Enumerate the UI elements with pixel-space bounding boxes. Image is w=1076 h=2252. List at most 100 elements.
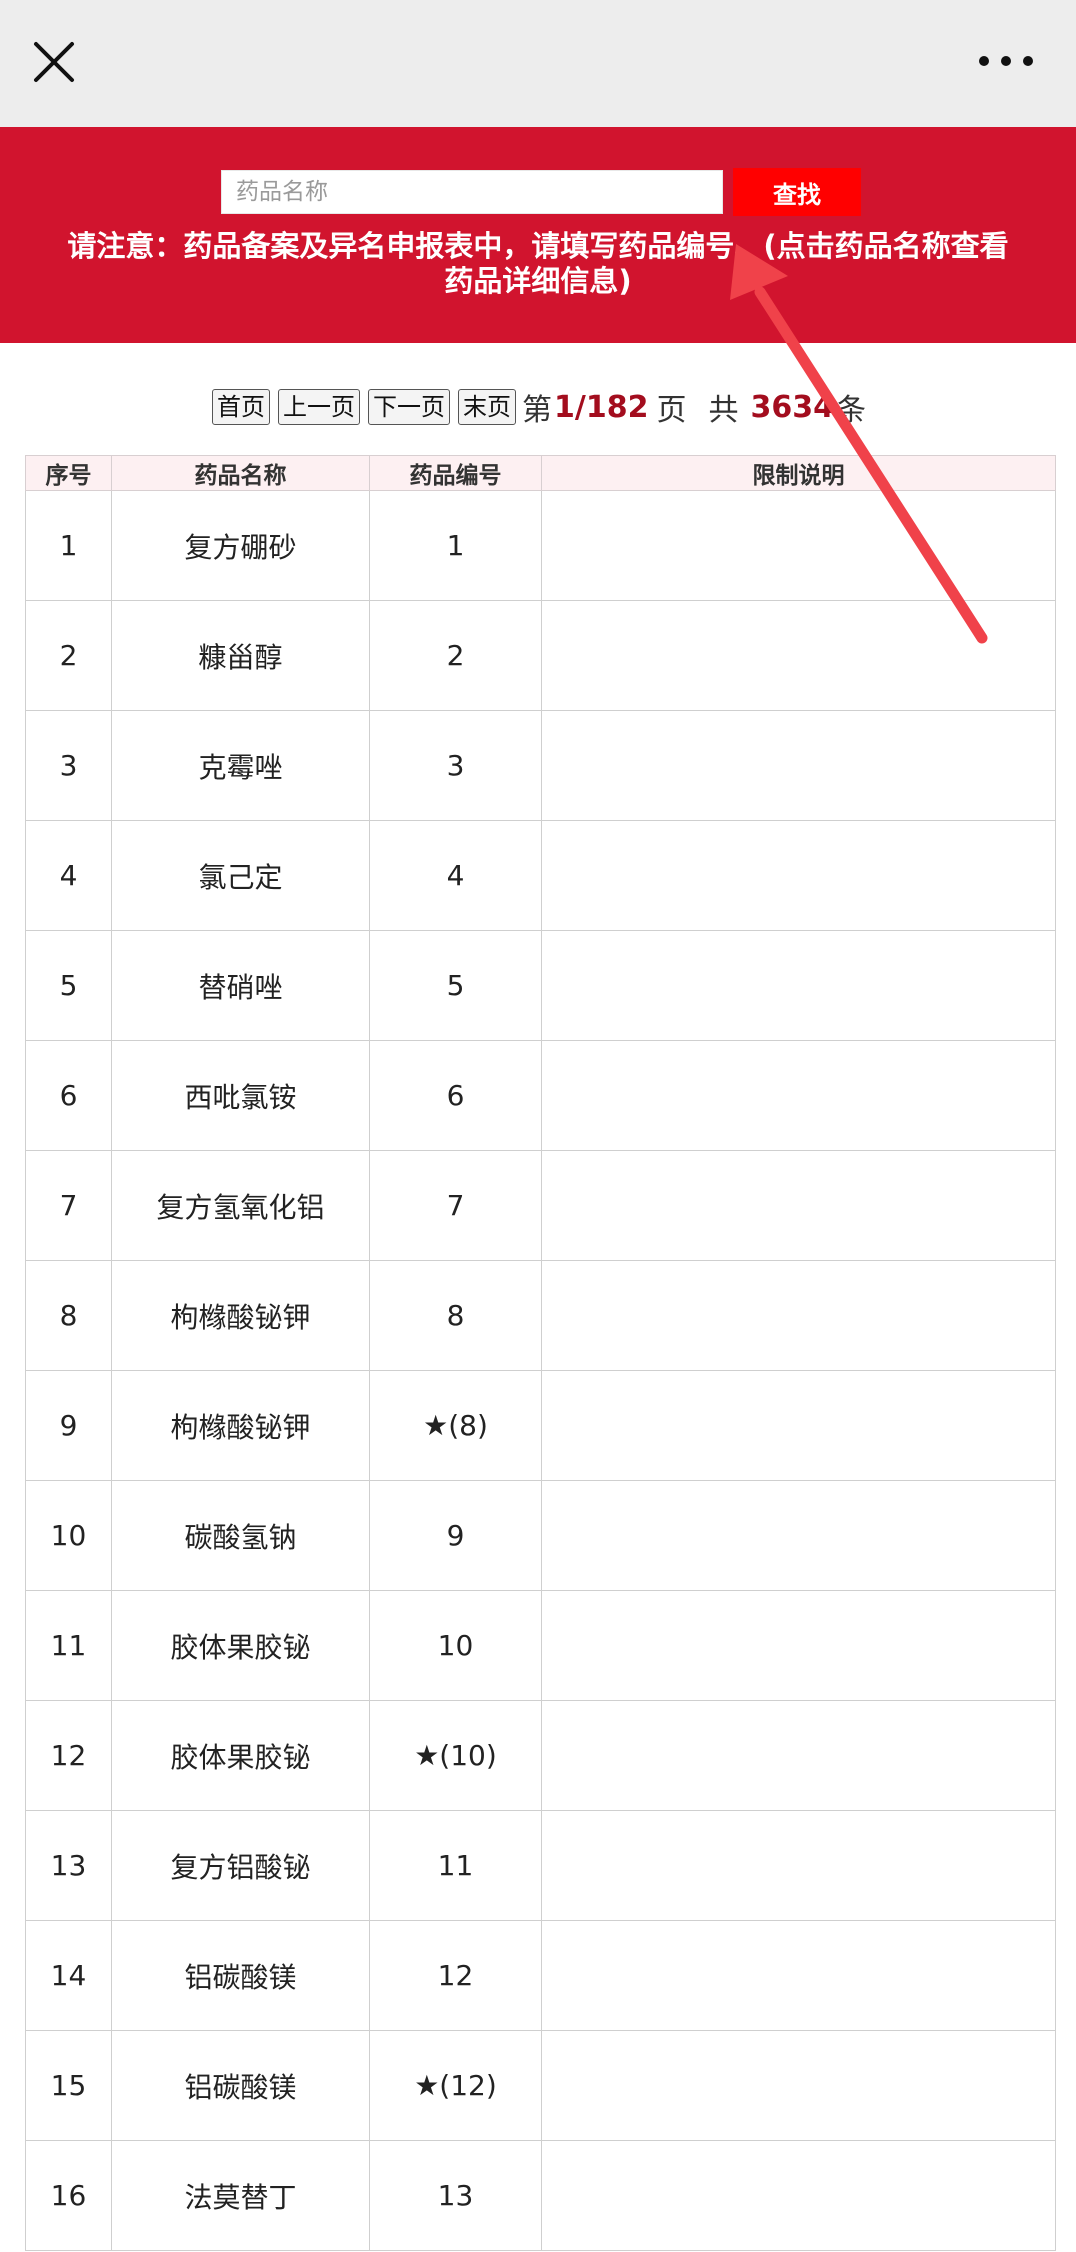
row-drug-code-cell: 12 [369, 1920, 542, 2031]
table-row: 7 复方氢氧化铝 7 [25, 1150, 1056, 1261]
close-icon[interactable] [30, 38, 78, 86]
table-body: 1 复方硼砂 1 2 糠甾醇 2 3 克霉唑 3 4 氯己定 4 5 替硝唑 5 6 西吡氯铵 6 7 复方氢氧化铝 7… [25, 490, 1056, 2251]
row-seq-cell: 2 [25, 600, 112, 711]
table-row: 10 碳酸氢钠 9 [25, 1480, 1056, 1591]
row-restriction-cell [541, 1920, 1056, 2031]
row-drug-name-link[interactable]: 替硝唑 [111, 930, 370, 1041]
row-restriction-cell [541, 490, 1056, 601]
row-restriction-cell [541, 2030, 1056, 2141]
row-seq-cell: 4 [25, 820, 112, 931]
row-seq-cell: 9 [25, 1370, 112, 1481]
row-drug-name-link[interactable]: 胶体果胶铋 [111, 1590, 370, 1701]
row-drug-name-link[interactable]: 铝碳酸镁 [111, 2030, 370, 2141]
row-drug-name-link[interactable]: 复方铝酸铋 [111, 1810, 370, 1921]
more-dots-icon[interactable] [976, 46, 1036, 76]
page-suffix: 页 [656, 393, 687, 428]
row-drug-name-link[interactable]: 枸橼酸铋钾 [111, 1260, 370, 1371]
top-navbar [0, 0, 1076, 127]
search-button[interactable]: 查找 [733, 168, 861, 216]
row-drug-name-link[interactable]: 铝碳酸镁 [111, 1920, 370, 2031]
row-drug-name-link[interactable]: 糠甾醇 [111, 600, 370, 711]
row-seq-cell: 11 [25, 1590, 112, 1701]
row-drug-code-cell: 9 [369, 1480, 542, 1591]
row-drug-code-cell: 13 [369, 2140, 542, 2251]
table-row: 6 西吡氯铵 6 [25, 1040, 1056, 1151]
table-row: 16 法莫替丁 13 [25, 2140, 1056, 2251]
row-drug-name-link[interactable]: 法莫替丁 [111, 2140, 370, 2251]
row-drug-code-cell: 10 [369, 1590, 542, 1701]
last-page-button[interactable]: 末页 [458, 389, 517, 425]
row-drug-code-cell: ★(12) [369, 2030, 542, 2141]
row-restriction-cell [541, 1040, 1056, 1151]
column-header-code: 药品编号 [369, 455, 542, 491]
row-drug-name-link[interactable]: 复方氢氧化铝 [111, 1150, 370, 1261]
pagination: 首页 上一页 下一页 末页 第 1/182 页 共 3634 条 [0, 385, 1076, 429]
row-drug-name-link[interactable]: 西吡氯铵 [111, 1040, 370, 1151]
table-row: 5 替硝唑 5 [25, 930, 1056, 1041]
row-drug-name-link[interactable]: 克霉唑 [111, 710, 370, 821]
total-prefix: 共 [708, 393, 739, 428]
row-drug-code-cell: 4 [369, 820, 542, 931]
row-drug-code-cell: 6 [369, 1040, 542, 1151]
page-prefix: 第 [522, 393, 553, 428]
row-drug-name-link[interactable]: 氯己定 [111, 820, 370, 931]
drug-table-container: 序号 药品名称 药品编号 限制说明 1 复方硼砂 1 2 糠甾醇 2 3 克霉唑 3 4 氯己定 4 5… [25, 455, 1056, 2251]
page-indicator: 1/182 [554, 389, 649, 425]
row-seq-cell: 15 [25, 2030, 112, 2141]
column-header-name: 药品名称 [111, 455, 370, 491]
row-drug-code-cell: 8 [369, 1260, 542, 1371]
row-seq-cell: 3 [25, 710, 112, 821]
row-drug-code-cell: 5 [369, 930, 542, 1041]
total-suffix: 条 [835, 393, 866, 428]
row-seq-cell: 12 [25, 1700, 112, 1811]
row-drug-code-cell: 2 [369, 600, 542, 711]
table-row: 13 复方铝酸铋 11 [25, 1810, 1056, 1921]
table-row: 2 糠甾醇 2 [25, 600, 1056, 711]
drug-table: 序号 药品名称 药品编号 限制说明 1 复方硼砂 1 2 糠甾醇 2 3 克霉唑 3 4 氯己定 4 5… [25, 455, 1056, 2251]
row-seq-cell: 6 [25, 1040, 112, 1151]
row-restriction-cell [541, 1150, 1056, 1261]
row-restriction-cell [541, 1590, 1056, 1701]
table-row: 9 枸橼酸铋钾 ★(8) [25, 1370, 1056, 1481]
row-drug-name-link[interactable]: 碳酸氢钠 [111, 1480, 370, 1591]
search-header: 查找 请注意：药品备案及异名申报表中，请填写药品编号。(点击药品名称查看 药品详… [0, 127, 1076, 343]
column-header-note: 限制说明 [541, 455, 1056, 491]
row-restriction-cell [541, 1370, 1056, 1481]
table-row: 12 胶体果胶铋 ★(10) [25, 1700, 1056, 1811]
row-restriction-cell [541, 600, 1056, 711]
column-header-seq: 序号 [25, 455, 112, 491]
next-page-button[interactable]: 下一页 [368, 389, 451, 425]
row-drug-code-cell: ★(10) [369, 1700, 542, 1811]
row-restriction-cell [541, 2140, 1056, 2251]
notice-line-1: 请注意：药品备案及异名申报表中，请填写药品编号。(点击药品名称查看 [67, 229, 1009, 263]
row-drug-name-link[interactable]: 枸橼酸铋钾 [111, 1370, 370, 1481]
row-restriction-cell [541, 1810, 1056, 1921]
row-drug-code-cell: 3 [369, 710, 542, 821]
row-drug-name-link[interactable]: 胶体果胶铋 [111, 1700, 370, 1811]
row-seq-cell: 14 [25, 1920, 112, 2031]
row-drug-code-cell: ★(8) [369, 1370, 542, 1481]
table-row: 11 胶体果胶铋 10 [25, 1590, 1056, 1701]
row-seq-cell: 5 [25, 930, 112, 1041]
row-restriction-cell [541, 930, 1056, 1041]
row-seq-cell: 8 [25, 1260, 112, 1371]
row-seq-cell: 16 [25, 2140, 112, 2251]
row-drug-code-cell: 11 [369, 1810, 542, 1921]
table-row: 3 克霉唑 3 [25, 710, 1056, 821]
row-restriction-cell [541, 710, 1056, 821]
row-drug-code-cell: 1 [369, 490, 542, 601]
row-seq-cell: 7 [25, 1150, 112, 1261]
first-page-button[interactable]: 首页 [212, 389, 271, 425]
table-row: 14 铝碳酸镁 12 [25, 1920, 1056, 2031]
table-row: 15 铝碳酸镁 ★(12) [25, 2030, 1056, 2141]
row-drug-code-cell: 7 [369, 1150, 542, 1261]
search-input[interactable] [221, 170, 723, 214]
row-drug-name-link[interactable]: 复方硼砂 [111, 490, 370, 601]
notice-text: 请注意：药品备案及异名申报表中，请填写药品编号。(点击药品名称查看 药品详细信息… [30, 229, 1046, 299]
notice-line-2: 药品详细信息) [444, 264, 632, 298]
prev-page-button[interactable]: 上一页 [278, 389, 361, 425]
total-count: 3634 [750, 389, 834, 425]
row-seq-cell: 10 [25, 1480, 112, 1591]
table-row: 8 枸橼酸铋钾 8 [25, 1260, 1056, 1371]
table-row: 4 氯己定 4 [25, 820, 1056, 931]
